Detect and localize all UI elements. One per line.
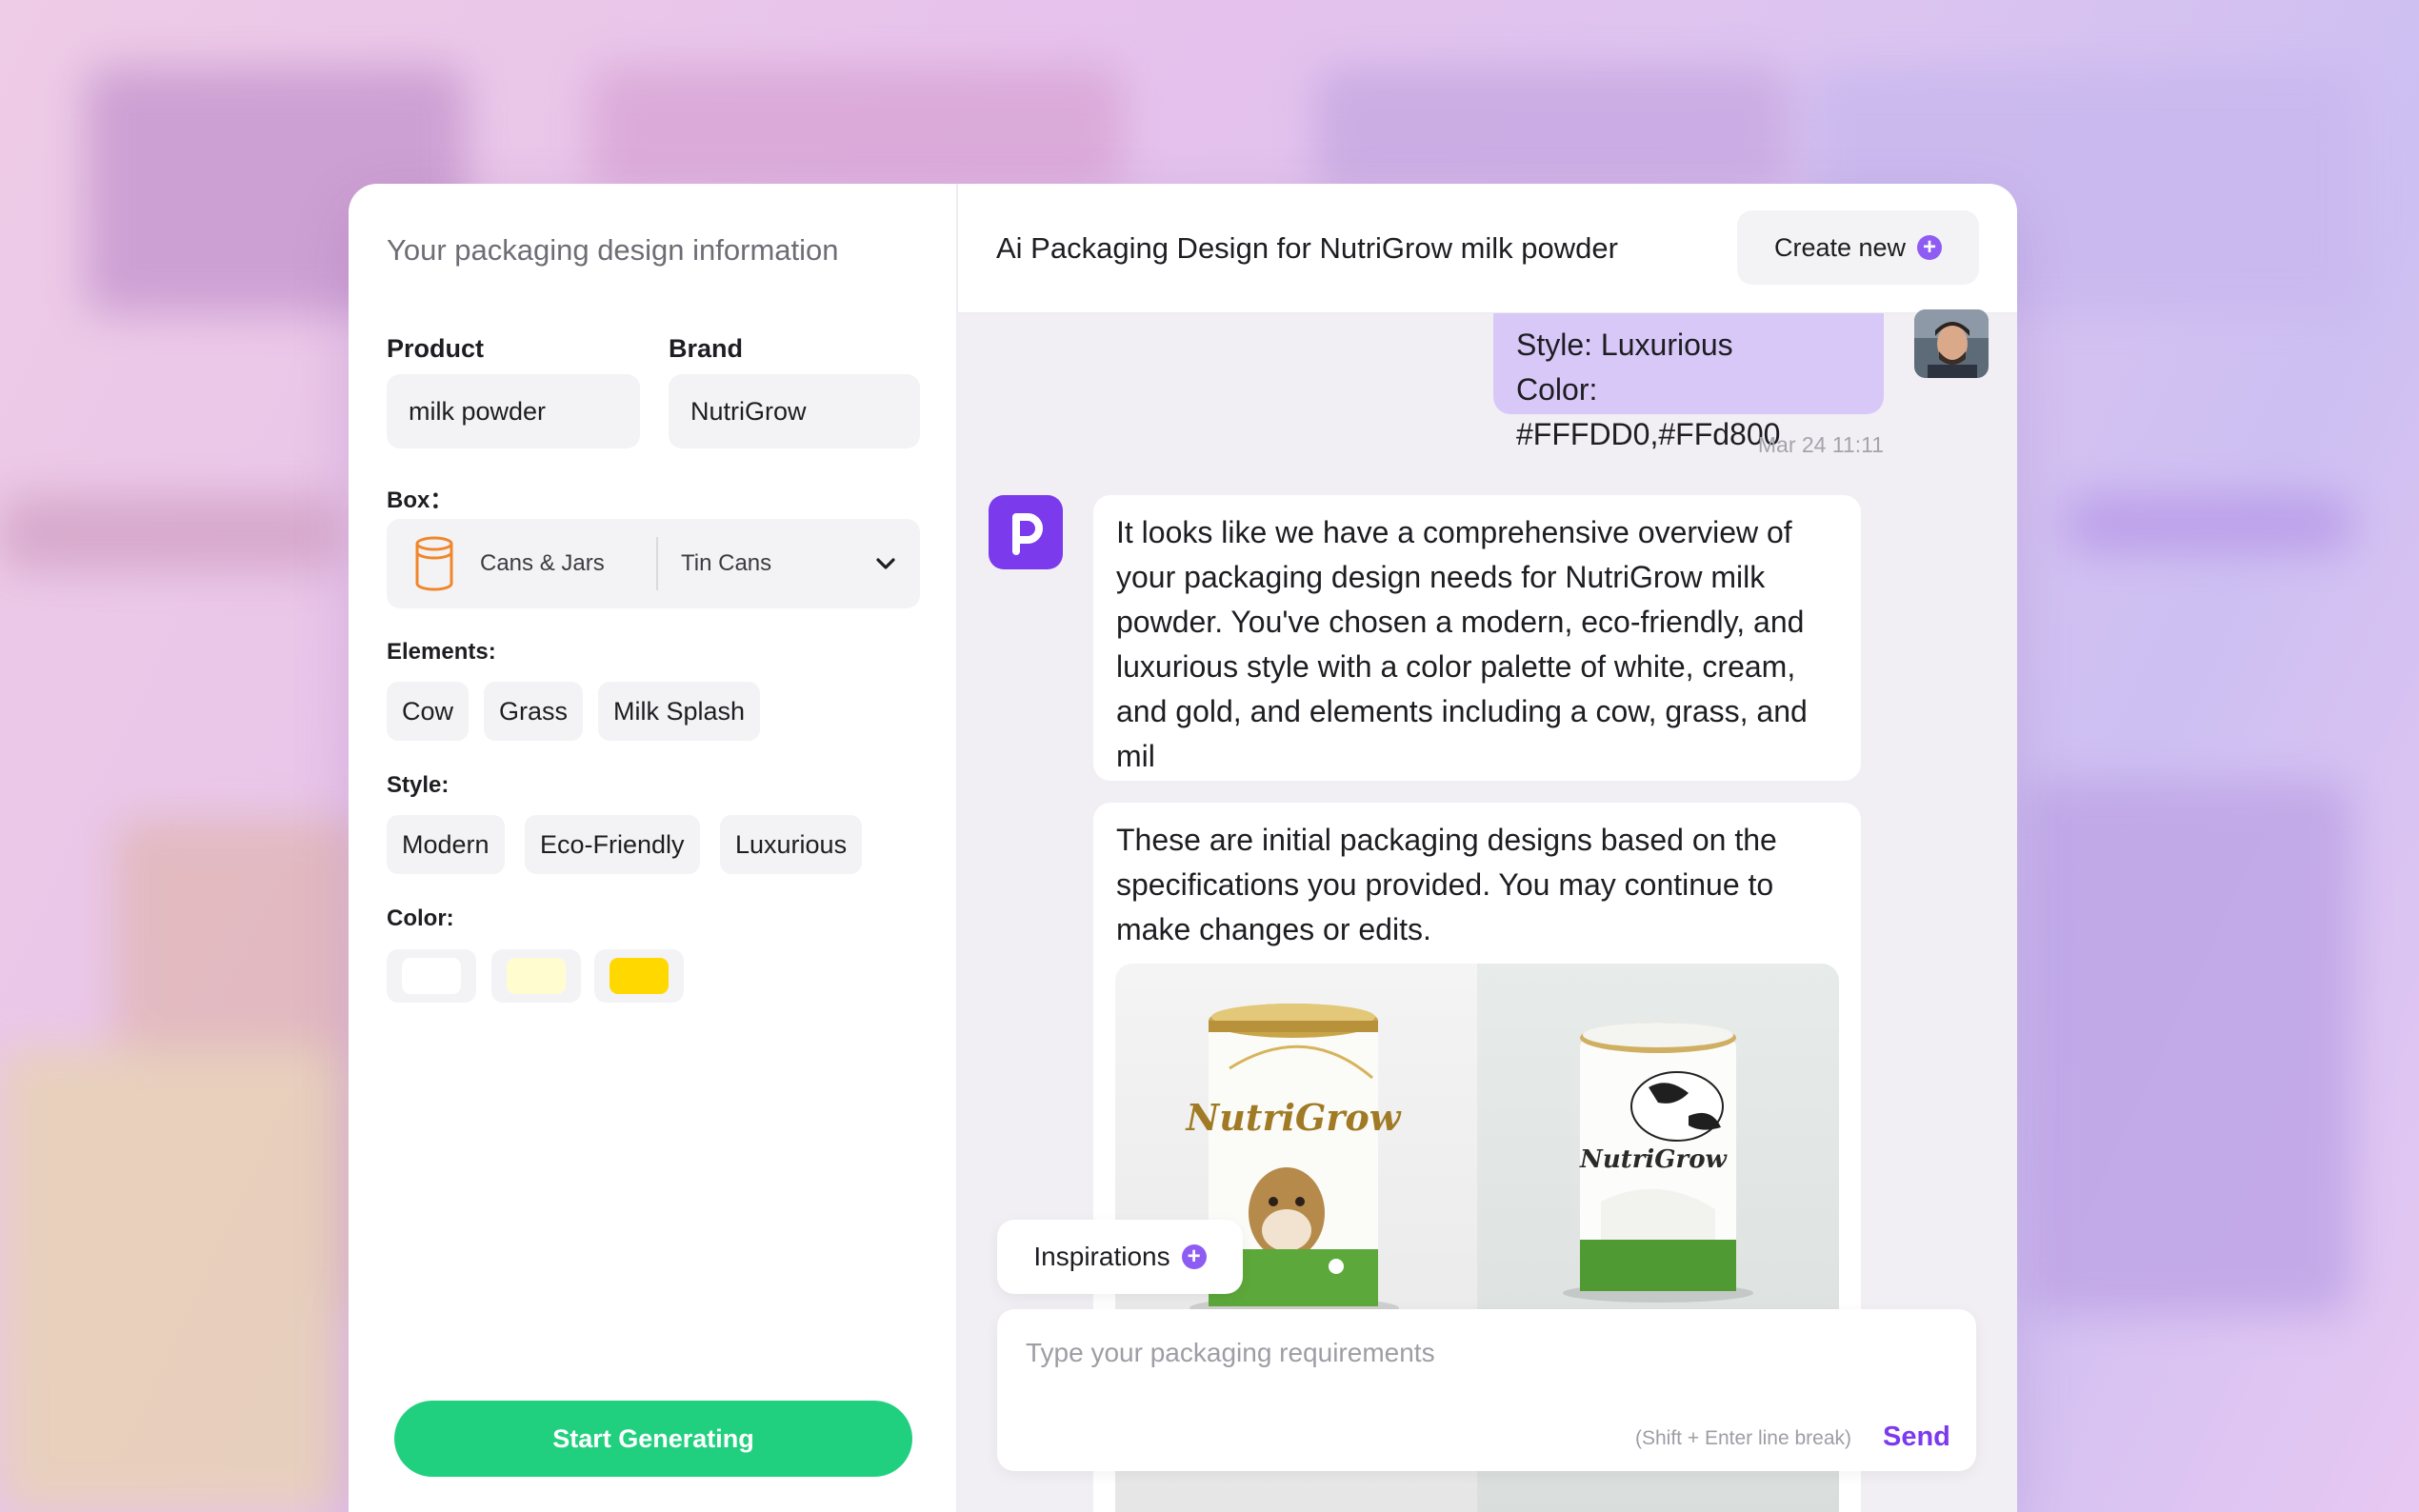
element-chip-grass[interactable]: Grass — [484, 682, 584, 741]
element-chip-milk-splash[interactable]: Milk Splash — [598, 682, 761, 741]
swatch-fill — [402, 958, 461, 994]
chat-header: Ai Packaging Design for NutriGrow milk p… — [958, 184, 2017, 313]
message-composer: (Shift + Enter line break) Send — [997, 1309, 1976, 1471]
start-generating-button[interactable]: Start Generating — [394, 1401, 912, 1477]
style-chip-eco-friendly[interactable]: Eco-Friendly — [525, 815, 700, 874]
inspirations-button[interactable]: Inspirations + — [997, 1220, 1243, 1294]
elements-label: Elements: — [387, 639, 496, 665]
user-message-line: Style: Luxurious — [1516, 328, 1733, 362]
create-new-label: Create new — [1773, 232, 1907, 262]
style-chip-luxurious[interactable]: Luxurious — [720, 815, 863, 874]
chat-panel: Ai Packaging Design for NutriGrow milk p… — [958, 184, 2017, 1512]
brand-label: Brand — [669, 334, 744, 363]
page-title: Ai Packaging Design for NutriGrow milk p… — [996, 231, 1618, 265]
bot-logo-icon — [989, 495, 1063, 569]
line-break-hint: (Shift + Enter line break) — [1635, 1427, 1852, 1449]
panel-title: Your packaging design information — [387, 233, 839, 267]
color-label: Color: — [387, 905, 454, 931]
box-category: Cans & Jars — [480, 550, 605, 576]
user-message: Style: Luxurious Color: #FFFDD0,#FFd800 — [1493, 313, 1884, 451]
bot-message-text: These are initial packaging designs base… — [1116, 823, 1777, 946]
color-swatch-3[interactable] — [594, 949, 684, 1003]
swatch-fill — [610, 958, 669, 994]
avatar[interactable] — [1914, 309, 1989, 378]
design-info-panel: Your packaging design information Produc… — [349, 184, 958, 1512]
requirements-input[interactable] — [1026, 1338, 1883, 1368]
box-label: Box： — [387, 487, 453, 513]
inspirations-label: Inspirations — [1033, 1242, 1170, 1271]
can-icon — [415, 536, 453, 591]
message-timestamp: Mar 24 11:11 — [1757, 432, 1884, 457]
product-field[interactable]: milk powder — [387, 374, 640, 448]
create-new-button[interactable]: Create new + — [1737, 210, 1979, 285]
box-type: Tin Cans — [681, 550, 772, 576]
plus-icon: + — [1917, 235, 1943, 260]
design-modal: Your packaging design information Produc… — [349, 184, 2017, 1512]
color-swatch-1[interactable] — [387, 949, 476, 1003]
brand-field[interactable]: NutriGrow — [669, 374, 920, 448]
color-swatch-2[interactable] — [491, 949, 581, 1003]
divider — [656, 537, 658, 590]
chevron-down-icon[interactable] — [872, 550, 899, 577]
box-selector[interactable]: Cans & Jars Tin Cans — [387, 519, 920, 608]
element-chip-cow[interactable]: Cow — [387, 682, 470, 741]
plus-icon: + — [1181, 1244, 1207, 1269]
bot-message: It looks like we have a comprehensive ov… — [1093, 495, 1861, 781]
design-brand-text: NutriGrow — [1579, 1145, 1728, 1174]
swatch-fill — [507, 958, 566, 994]
design-brand-text: NutriGrow — [1186, 1096, 1402, 1139]
product-label: Product — [387, 334, 485, 363]
send-button[interactable]: Send — [1883, 1422, 1950, 1453]
style-label: Style: — [387, 772, 450, 798]
style-chip-modern[interactable]: Modern — [387, 815, 505, 874]
